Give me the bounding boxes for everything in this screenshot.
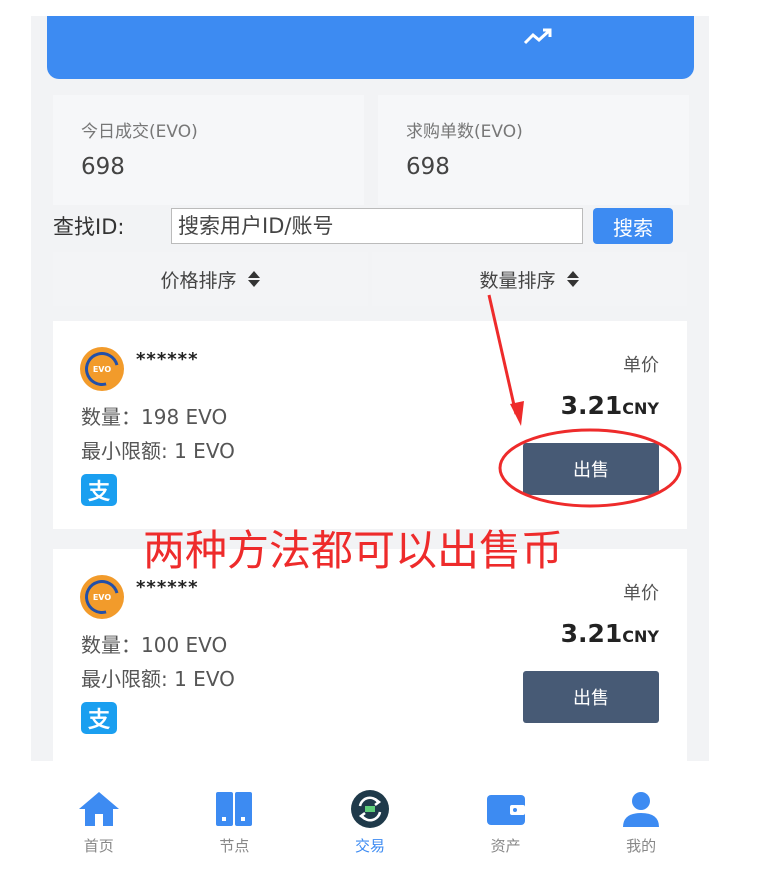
- tab-label: 首页: [83, 837, 114, 855]
- tab-trade[interactable]: 交易: [302, 761, 438, 885]
- order-price: 3.21CNY: [560, 619, 659, 648]
- bottom-tab-bar: 首页 节点 交易 资产 我的: [31, 761, 709, 885]
- stat-value: 698: [406, 154, 450, 180]
- evo-coin-icon: EVO: [80, 575, 124, 619]
- app-screen: 今日成交(EVO) 698 求购单数(EVO) 698 查找ID: 搜索 价格排…: [31, 16, 709, 885]
- search-input[interactable]: [171, 208, 583, 244]
- tab-nodes[interactable]: 节点: [167, 761, 303, 885]
- order-user: ******: [136, 349, 199, 370]
- order-price: 3.21CNY: [560, 391, 659, 420]
- sort-arrows-icon: [247, 269, 261, 289]
- wallet-icon: [486, 795, 525, 825]
- sell-button[interactable]: 出售: [523, 671, 659, 723]
- exchange-icon: [350, 790, 389, 828]
- book-icon: [216, 792, 253, 826]
- order-min-limit: 最小限额: 1 EVO: [81, 667, 235, 691]
- tab-home[interactable]: 首页: [31, 761, 167, 885]
- stat-today-volume: 今日成交(EVO) 698: [53, 95, 364, 205]
- stat-value: 698: [81, 154, 125, 180]
- alipay-icon: 支: [81, 474, 117, 506]
- price-currency: CNY: [622, 627, 659, 646]
- tab-label: 交易: [354, 837, 385, 855]
- order-card: EVO ****** 数量：100 EVO 最小限额: 1 EVO 支 单价 3…: [53, 549, 687, 762]
- sort-arrows-icon: [566, 269, 580, 289]
- annotation-text: 两种方法都可以出售币: [143, 526, 564, 575]
- unit-price-label: 单价: [623, 583, 659, 604]
- sort-row: 价格排序 数量排序: [53, 252, 687, 306]
- tab-assets[interactable]: 资产: [438, 761, 574, 885]
- top-banner: [47, 16, 694, 79]
- unit-price-label: 单价: [623, 355, 659, 376]
- evo-coin-icon: EVO: [80, 347, 124, 391]
- alipay-icon: 支: [81, 702, 117, 734]
- stat-buy-orders: 求购单数(EVO) 698: [378, 95, 689, 205]
- tab-label: 我的: [626, 837, 657, 855]
- sort-price-label: 价格排序: [160, 269, 237, 292]
- price-currency: CNY: [622, 399, 659, 418]
- search-label: 查找ID:: [53, 215, 125, 239]
- home-icon: [78, 792, 119, 826]
- tab-label: 资产: [490, 837, 521, 855]
- order-min-limit: 最小限额: 1 EVO: [81, 439, 235, 463]
- stats-panel: 今日成交(EVO) 698 求购单数(EVO) 698: [53, 95, 689, 205]
- order-quantity: 数量：198 EVO: [81, 405, 228, 429]
- tab-label: 节点: [219, 837, 250, 855]
- order-card: EVO ****** 数量：198 EVO 最小限额: 1 EVO 支 单价 3…: [53, 321, 687, 529]
- stat-label: 今日成交(EVO): [81, 122, 198, 142]
- search-button[interactable]: 搜索: [593, 208, 673, 244]
- user-icon: [623, 792, 660, 827]
- order-user: ******: [136, 577, 199, 598]
- tab-profile[interactable]: 我的: [573, 761, 709, 885]
- search-row: 查找ID: 搜索: [53, 206, 683, 246]
- stat-label: 求购单数(EVO): [406, 122, 523, 142]
- sort-by-price[interactable]: 价格排序: [53, 252, 368, 306]
- order-quantity: 数量：100 EVO: [81, 633, 228, 657]
- trend-icon[interactable]: [523, 27, 553, 47]
- sell-button[interactable]: 出售: [523, 443, 659, 495]
- sort-by-quantity[interactable]: 数量排序: [372, 252, 687, 306]
- sort-quantity-label: 数量排序: [479, 269, 556, 292]
